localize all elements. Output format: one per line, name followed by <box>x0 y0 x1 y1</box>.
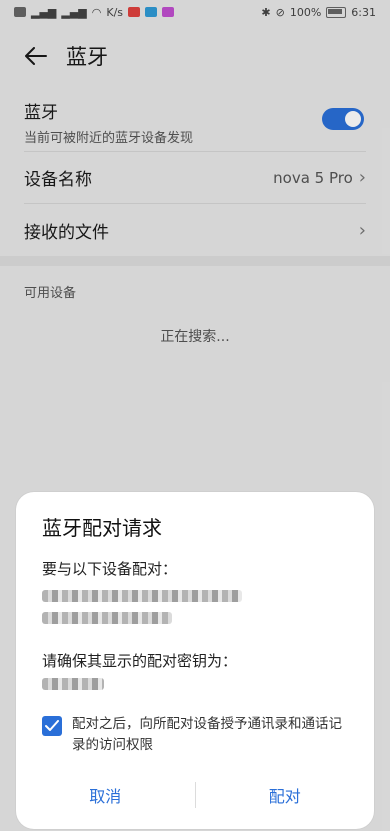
confirm-prompt: 请确保其显示的配对密钥为： <box>42 652 238 670</box>
pair-button[interactable]: 配对 <box>196 783 375 807</box>
dialog-title: 蓝牙配对请求 <box>42 516 162 540</box>
redacted-device-name <box>42 590 242 602</box>
cancel-button[interactable]: 取消 <box>16 783 195 807</box>
checkmark-icon <box>45 720 59 731</box>
contacts-access-checkbox[interactable] <box>42 716 62 736</box>
contacts-access-text: 配对之后，向所配对设备授予通讯录和通话记录的访问权限 <box>72 716 342 753</box>
redacted-device-name-line2 <box>42 612 172 624</box>
dialog-actions: 取消 配对 <box>16 775 374 815</box>
contacts-access-option[interactable]: 配对之后，向所配对设备授予通讯录和通话记录的访问权限 <box>42 714 352 756</box>
pair-prompt: 要与以下设备配对： <box>42 560 178 578</box>
pairing-dialog: 蓝牙配对请求 要与以下设备配对： 请确保其显示的配对密钥为： 配对之后，向所配对… <box>16 492 374 829</box>
redacted-passkey <box>42 678 104 690</box>
